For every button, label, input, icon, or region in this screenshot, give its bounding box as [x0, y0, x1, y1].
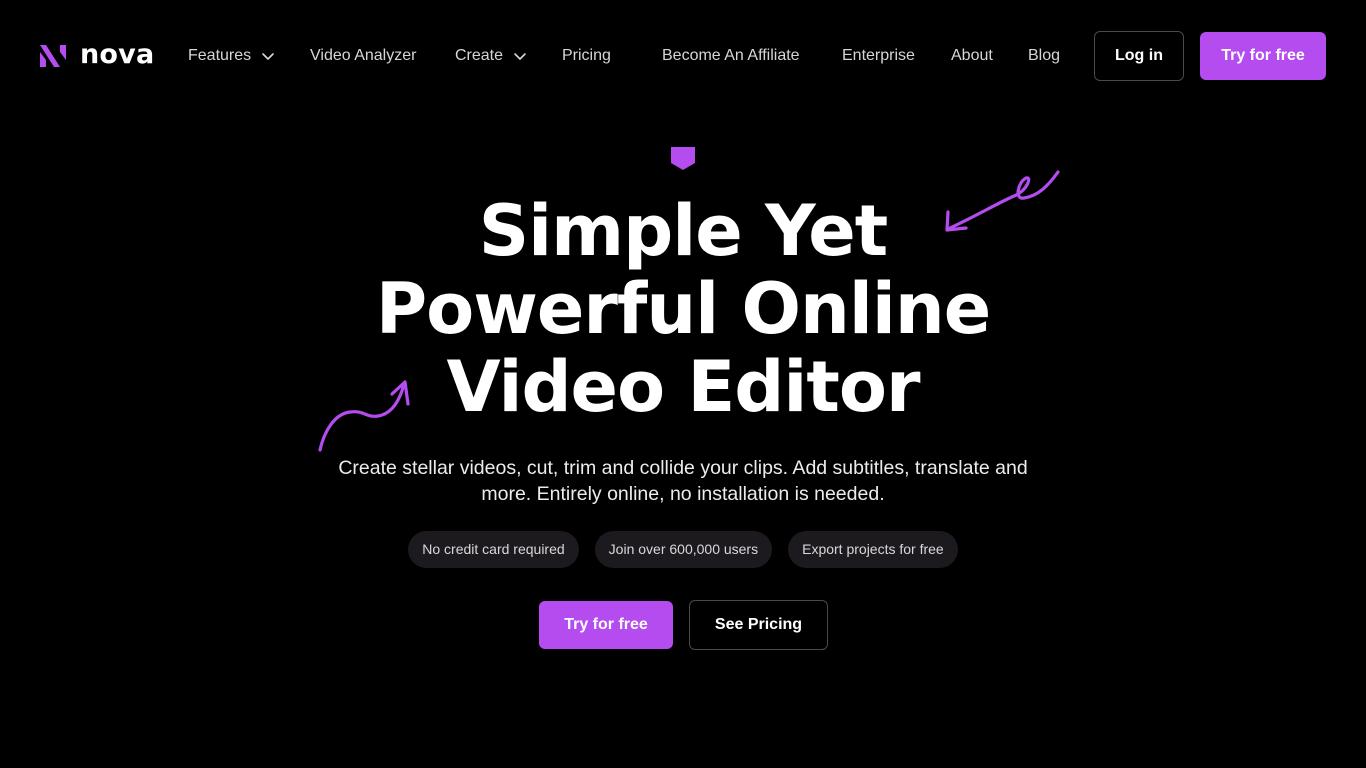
- nav-item-label: Pricing: [562, 47, 611, 64]
- nav-item-about[interactable]: About: [951, 45, 993, 67]
- nav-item-enterprise[interactable]: Enterprise: [842, 45, 915, 67]
- hero-title-line: Powerful Online: [375, 268, 991, 350]
- try-for-free-nav-button[interactable]: Try for free: [1200, 32, 1326, 80]
- nav-item-label: Video Analyzer: [310, 47, 417, 64]
- curved-arrow-icon: [945, 170, 1060, 232]
- chevron-down-icon: [514, 53, 526, 60]
- hero-subtitle: Create stellar videos, cut, trim and col…: [338, 457, 1028, 505]
- nav-item-label: Become An Affiliate: [662, 47, 800, 64]
- nav-item-label: About: [951, 47, 993, 64]
- nav-item-create[interactable]: Create: [455, 45, 527, 67]
- feature-pill: Export projects for free: [788, 531, 958, 568]
- nav-item-label: Enterprise: [842, 47, 915, 64]
- try-for-free-hero-button[interactable]: Try for free: [539, 601, 673, 649]
- landing-page: nova Features Video Analyzer Create Pric…: [0, 0, 1366, 768]
- curved-arrow-icon: [318, 380, 410, 452]
- nav-item-blog[interactable]: Blog: [1028, 45, 1060, 67]
- nav-item-video-analyzer[interactable]: Video Analyzer: [310, 45, 416, 67]
- nav-item-pricing[interactable]: Pricing: [562, 45, 611, 67]
- badge-icon: [671, 147, 695, 170]
- feature-pill: No credit card required: [408, 531, 579, 568]
- see-pricing-button[interactable]: See Pricing: [689, 600, 828, 650]
- nav-item-label: Create: [455, 47, 504, 64]
- nova-logo-icon: [40, 45, 66, 67]
- top-navigation: nova Features Video Analyzer Create Pric…: [0, 0, 1366, 112]
- nav-item-features[interactable]: Features: [188, 45, 275, 67]
- logo[interactable]: nova: [40, 38, 155, 70]
- feature-pill: Join over 600,000 users: [594, 531, 773, 568]
- logo-text: nova: [80, 38, 155, 70]
- nav-item-label: Blog: [1028, 47, 1061, 64]
- nav-item-label: Features: [188, 47, 252, 64]
- chevron-down-icon: [262, 53, 274, 60]
- feature-pills: No credit card required Join over 600,00…: [0, 531, 1366, 568]
- nav-item-affiliate[interactable]: Become An Affiliate: [662, 45, 800, 67]
- login-button[interactable]: Log in: [1094, 31, 1184, 81]
